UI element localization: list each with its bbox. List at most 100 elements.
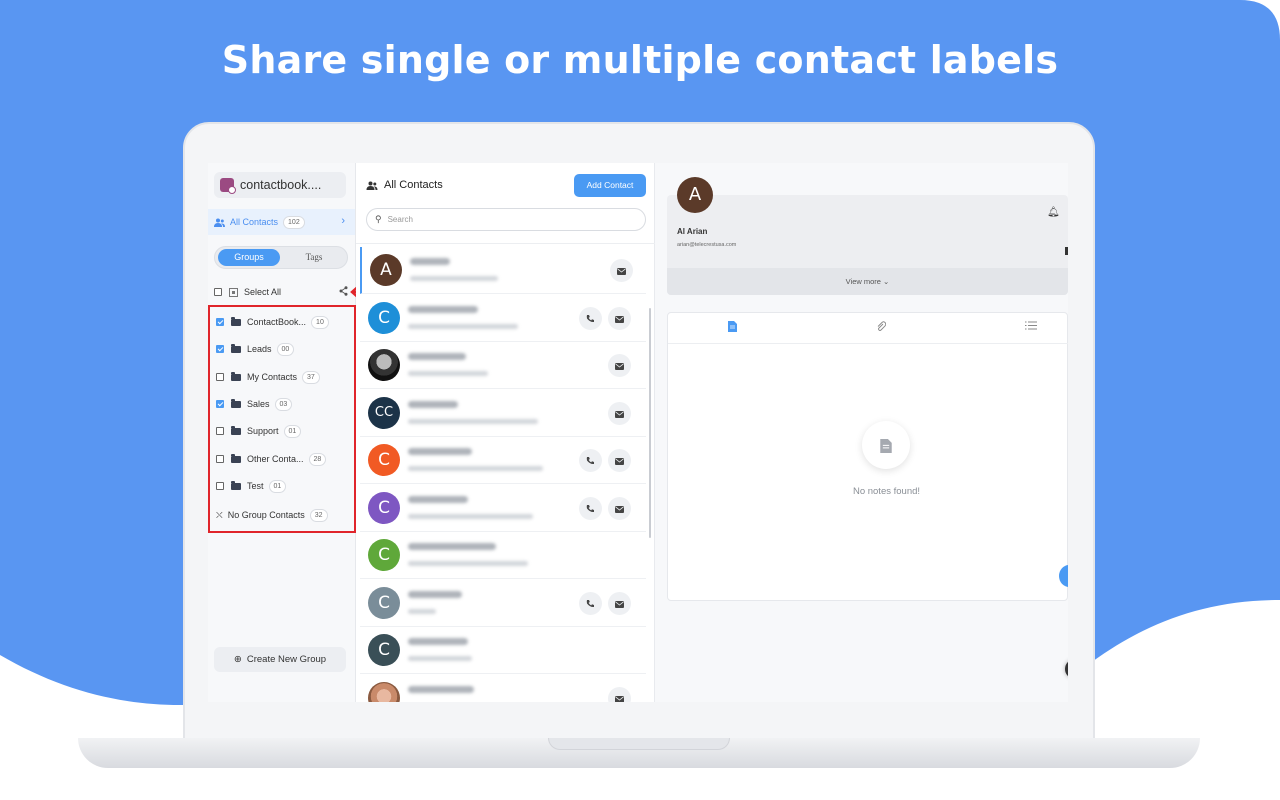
group-checkbox[interactable]	[216, 427, 224, 435]
call-button[interactable]	[579, 449, 602, 472]
avatar: C	[368, 301, 400, 334]
select-all-row[interactable]: Select All	[214, 285, 354, 299]
notes-tab-icon[interactable]	[728, 321, 737, 332]
contact-subtitle-redacted	[408, 371, 488, 376]
contact-subtitle-redacted	[408, 656, 472, 661]
contact-subtitle-redacted	[408, 608, 436, 614]
list-title: All Contacts	[384, 179, 443, 191]
group-label: My Contacts	[247, 372, 298, 382]
avatar	[368, 349, 400, 381]
chevron-down-icon: ⌄	[883, 277, 890, 286]
call-button[interactable]	[579, 591, 602, 615]
contact-row[interactable]: A	[360, 247, 646, 294]
group-checkbox[interactable]	[216, 318, 224, 326]
avatar: C	[368, 491, 400, 524]
group-item[interactable]: Leads 00	[216, 342, 354, 356]
group-checkbox[interactable]	[216, 345, 224, 353]
group-checkbox[interactable]	[216, 482, 224, 490]
email-button[interactable]	[608, 591, 631, 615]
contact-row[interactable]: C	[360, 484, 646, 532]
group-label: Test	[247, 481, 264, 491]
folder-icon	[231, 453, 241, 463]
contact-row[interactable]: C	[360, 532, 646, 579]
bell-icon[interactable]: 🔔︎	[1047, 207, 1060, 218]
email-button[interactable]	[608, 449, 631, 472]
folder-icon	[231, 316, 241, 326]
no-group-contacts-item[interactable]: ⛌ No Group Contacts 32	[216, 508, 354, 522]
tab-tags[interactable]: Tags	[283, 249, 345, 266]
mail-icon	[615, 458, 624, 465]
call-button[interactable]	[579, 496, 602, 520]
group-checkbox[interactable]	[216, 455, 224, 463]
contact-row[interactable]: C	[360, 627, 646, 674]
mail-icon	[615, 505, 624, 513]
group-item[interactable]: Sales 03	[216, 397, 354, 411]
folder-icon	[231, 425, 241, 435]
contact-name: Al Arian	[677, 227, 708, 236]
group-checkbox[interactable]	[216, 400, 224, 408]
contact-detail-panel: A 🔔︎ Al Arian arian@telecrestusa.com Vie…	[655, 163, 1068, 702]
contact-row[interactable]: CC	[360, 389, 646, 437]
contact-subtitle-redacted	[408, 323, 518, 329]
select-all-checkbox[interactable]	[214, 288, 222, 296]
attachment-tab-icon[interactable]	[876, 321, 886, 332]
email-button[interactable]	[608, 496, 631, 520]
group-label: ContactBook...	[247, 317, 307, 327]
search-input[interactable]: ⚲ Search	[366, 208, 646, 231]
email-button[interactable]	[608, 354, 631, 377]
contact-row[interactable]: C	[360, 437, 646, 484]
tab-groups[interactable]: Groups	[218, 249, 280, 266]
avatar: A	[677, 177, 713, 213]
avatar: C	[368, 444, 400, 476]
folder-icon	[231, 343, 241, 353]
select-all-label: Select All	[244, 287, 282, 297]
sidebar-item-all-contacts[interactable]: All Contacts 102 ›	[208, 209, 355, 235]
group-item[interactable]: Support 01	[216, 424, 354, 438]
list-tab-icon[interactable]	[1025, 321, 1037, 330]
search-icon: ⚲	[375, 214, 382, 224]
group-count: 37	[302, 370, 320, 384]
email-button[interactable]	[608, 306, 631, 330]
call-button[interactable]	[579, 306, 602, 330]
group-item[interactable]: ContactBook... 10	[216, 315, 354, 329]
add-contact-button[interactable]: Add Contact	[574, 174, 646, 197]
contact-name-redacted	[408, 685, 474, 693]
contact-name-redacted	[410, 258, 450, 265]
contact-row[interactable]: C	[360, 579, 646, 627]
avatar	[368, 681, 400, 702]
contact-row[interactable]	[360, 342, 646, 389]
email-button[interactable]	[608, 686, 631, 702]
group-item[interactable]: My Contacts 37	[216, 370, 354, 384]
note-icon	[862, 421, 910, 469]
all-contacts-label: All Contacts	[230, 217, 279, 227]
detail-tabs	[668, 313, 1068, 344]
contact-name-redacted	[408, 543, 496, 550]
list-header: All Contacts	[366, 179, 443, 191]
more-indicator	[1065, 247, 1068, 255]
contact-list-panel: All Contacts Add Contact ⚲ Search A C CC C C…	[356, 163, 655, 702]
avatar: C	[368, 539, 400, 571]
group-label: Leads	[247, 344, 272, 354]
chat-widget-button[interactable]	[1065, 660, 1068, 678]
chevron-right-icon: ›	[341, 215, 345, 227]
view-more-button[interactable]: View more ⌄	[667, 268, 1068, 295]
contact-row[interactable]: C	[360, 294, 646, 342]
scrollbar[interactable]	[649, 308, 651, 538]
folder-icon	[231, 371, 241, 381]
email-button[interactable]	[608, 401, 631, 425]
email-button[interactable]	[610, 259, 633, 282]
share-icon[interactable]	[339, 286, 348, 296]
group-item[interactable]: Test 01	[216, 479, 354, 493]
phone-icon	[586, 599, 594, 607]
create-group-button[interactable]: ⊕ Create New Group	[214, 647, 346, 672]
no-group-label: No Group Contacts	[227, 510, 305, 520]
plus-circle-icon: ⊕	[233, 654, 242, 665]
contact-row[interactable]	[360, 674, 646, 702]
group-checkbox[interactable]	[216, 373, 224, 381]
brand-switcher[interactable]: contactbook....	[214, 172, 346, 198]
no-group-count: 32	[309, 508, 328, 522]
mail-icon	[615, 363, 624, 370]
group-item[interactable]: Other Conta... 28	[216, 452, 354, 466]
contact-name-redacted	[408, 448, 472, 455]
avatar: CC	[368, 396, 400, 429]
